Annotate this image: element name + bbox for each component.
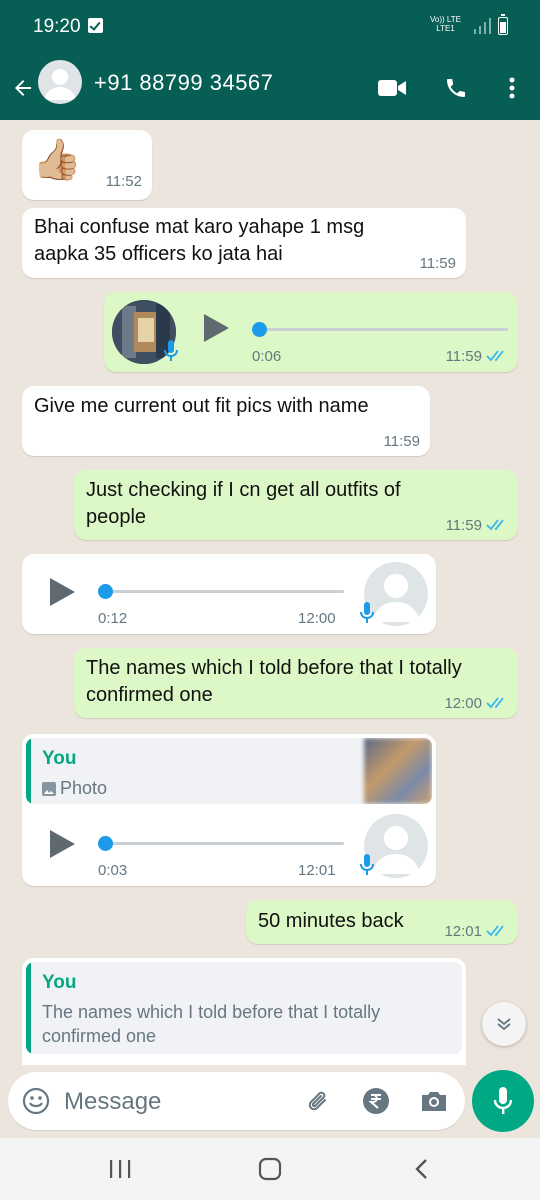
voice-record-button[interactable] bbox=[472, 1070, 534, 1132]
play-button[interactable] bbox=[50, 830, 75, 858]
quote-author: You bbox=[42, 972, 77, 993]
read-ticks-icon bbox=[486, 350, 504, 362]
attach-button[interactable] bbox=[302, 1085, 336, 1119]
quote-text: The names which I told before that I tot… bbox=[42, 1002, 381, 1046]
rupee-icon bbox=[363, 1088, 389, 1114]
voice-progress-knob[interactable] bbox=[252, 322, 267, 337]
battery-icon bbox=[498, 14, 508, 35]
attach-icon bbox=[308, 1091, 326, 1111]
message-text: Just checking if I cn get all outfits of… bbox=[86, 479, 401, 528]
message-text: 50 minutes back bbox=[258, 910, 404, 932]
signal-icon bbox=[474, 18, 491, 34]
quoted-photo-thumbnail bbox=[364, 738, 432, 804]
network-label-top: Vo)) LTE bbox=[430, 15, 461, 24]
message-time: 12:01 bbox=[444, 923, 482, 940]
quote-accent-bar bbox=[26, 738, 31, 804]
message-outgoing-voice[interactable]: 0:06 11:59 bbox=[104, 292, 518, 372]
voice-duration: 0:12 bbox=[98, 610, 128, 627]
more-vert-icon bbox=[509, 77, 515, 99]
network-indicator: Vo)) LTE LTE1 bbox=[430, 15, 461, 33]
message-time: 11:59 bbox=[383, 433, 420, 450]
chevron-double-down-icon bbox=[497, 1018, 511, 1031]
emoji-icon bbox=[22, 1087, 50, 1115]
message-time: 12:00 bbox=[298, 610, 336, 627]
message-composer[interactable]: Message bbox=[8, 1072, 465, 1130]
network-label-bottom: LTE1 bbox=[436, 24, 455, 33]
message-time: 11:59 bbox=[419, 255, 456, 272]
message-incoming-voice[interactable]: 0:12 12:00 bbox=[22, 554, 436, 634]
chat-header: +91 88799 34567 bbox=[0, 56, 540, 120]
mic-icon bbox=[360, 602, 374, 623]
notification-icon bbox=[88, 18, 103, 33]
back-arrow-icon bbox=[15, 80, 31, 96]
message-incoming-voice-reply[interactable]: You Photo 0:03 12:01 bbox=[22, 734, 436, 886]
payment-button[interactable] bbox=[361, 1086, 391, 1116]
message-outgoing-text[interactable]: Just checking if I cn get all outfits of… bbox=[74, 470, 518, 540]
thumbs-up-icon: 👍🏼 bbox=[32, 138, 82, 182]
read-ticks-icon bbox=[486, 697, 504, 709]
message-incoming-text[interactable]: Give me current out fit pics with name 1… bbox=[22, 386, 430, 456]
message-incoming-text[interactable]: Bhai confuse mat karo yahape 1 msg aapka… bbox=[22, 208, 466, 278]
contact-avatar[interactable] bbox=[38, 60, 82, 104]
quote-accent-bar bbox=[26, 962, 31, 1054]
voice-call-button[interactable] bbox=[438, 70, 474, 106]
message-time: 11:59 bbox=[445, 517, 482, 534]
more-options-button[interactable] bbox=[494, 70, 530, 106]
video-call-button[interactable] bbox=[374, 70, 410, 106]
message-text: Bhai confuse mat karo yahape 1 msg aapka… bbox=[34, 216, 365, 265]
recents-icon bbox=[110, 1160, 131, 1178]
voice-progress-track[interactable] bbox=[100, 590, 344, 593]
video-call-icon bbox=[378, 80, 406, 96]
scroll-to-bottom-button[interactable] bbox=[482, 1002, 526, 1046]
home-icon bbox=[258, 1157, 282, 1181]
voice-duration: 0:06 bbox=[252, 348, 282, 365]
play-button[interactable] bbox=[50, 578, 75, 606]
emoji-button[interactable] bbox=[20, 1085, 52, 1117]
default-avatar-icon bbox=[44, 69, 76, 100]
system-nav-bar bbox=[0, 1138, 540, 1200]
message-time: 11:59 bbox=[445, 348, 482, 365]
read-ticks-icon bbox=[486, 519, 504, 531]
recent-apps-button[interactable] bbox=[100, 1152, 140, 1186]
voice-progress-track[interactable] bbox=[100, 842, 344, 845]
message-time: 11:52 bbox=[105, 173, 142, 190]
status-bar: 19:20 Vo)) LTE LTE1 bbox=[0, 0, 540, 56]
play-button[interactable] bbox=[204, 314, 229, 342]
image-icon bbox=[42, 782, 56, 796]
status-time: 19:20 bbox=[33, 16, 81, 37]
voice-duration: 0:03 bbox=[98, 862, 128, 879]
message-text: Give me current out fit pics with name bbox=[34, 395, 369, 417]
quote-author: You bbox=[42, 748, 77, 769]
message-time: 12:01 bbox=[298, 862, 336, 879]
mic-icon bbox=[360, 854, 374, 875]
mic-icon bbox=[493, 1087, 513, 1114]
mic-icon bbox=[164, 340, 178, 361]
message-text: The names which I told before that I tot… bbox=[86, 657, 462, 706]
back-button[interactable] bbox=[6, 68, 40, 108]
contact-name[interactable]: +91 88799 34567 bbox=[94, 70, 273, 96]
message-input[interactable]: Message bbox=[64, 1088, 161, 1116]
message-outgoing-text[interactable]: The names which I told before that I tot… bbox=[74, 648, 518, 718]
chat-area[interactable]: 👍🏼 11:52 Bhai confuse mat karo yahape 1 … bbox=[0, 120, 540, 1065]
quoted-message[interactable]: You The names which I told before that I… bbox=[26, 962, 462, 1054]
camera-icon bbox=[422, 1092, 446, 1111]
message-time: 12:00 bbox=[444, 695, 482, 712]
message-incoming-sticker[interactable]: 👍🏼 11:52 bbox=[22, 130, 152, 200]
system-back-button[interactable] bbox=[402, 1152, 442, 1186]
message-outgoing-text[interactable]: 50 minutes back 12:01 bbox=[246, 900, 518, 944]
phone-icon bbox=[447, 79, 465, 97]
quoted-message[interactable]: You Photo bbox=[26, 738, 432, 804]
voice-progress-knob[interactable] bbox=[98, 836, 113, 851]
quote-text: Photo bbox=[60, 778, 108, 798]
read-ticks-icon bbox=[486, 925, 504, 937]
voice-progress-knob[interactable] bbox=[98, 584, 113, 599]
voice-progress-track[interactable] bbox=[254, 328, 508, 331]
home-button[interactable] bbox=[250, 1152, 290, 1186]
chevron-left-icon bbox=[415, 1159, 427, 1179]
message-incoming-reply[interactable]: You The names which I told before that I… bbox=[22, 958, 466, 1065]
camera-button[interactable] bbox=[418, 1086, 450, 1116]
